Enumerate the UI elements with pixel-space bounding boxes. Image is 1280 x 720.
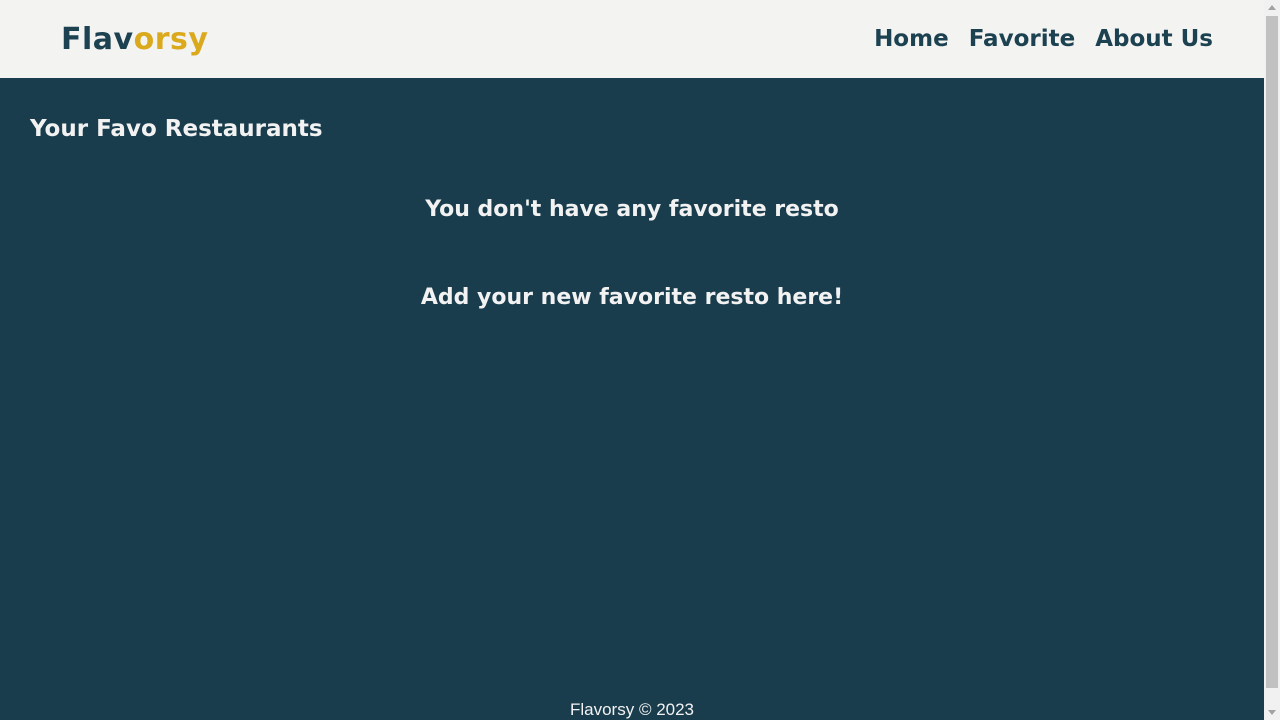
scroll-up-arrow-icon[interactable] <box>1268 5 1276 10</box>
footer: Flavorsy © 2023 <box>569 700 695 719</box>
brand-logo[interactable]: Flavorsy <box>61 22 208 57</box>
brand-logo-part2: orsy <box>133 21 209 57</box>
nav-link-favorite[interactable]: Favorite <box>959 20 1086 58</box>
page-title: Your Favo Restaurants <box>30 116 323 142</box>
add-favorite-prompt: Add your new favorite resto here! <box>0 285 1264 310</box>
scroll-down-arrow-icon[interactable] <box>1268 710 1276 715</box>
brand-logo-part1: Flav <box>61 21 134 57</box>
main-content: Your Favo Restaurants You don't have any… <box>0 78 1264 720</box>
nav-link-about-us[interactable]: About Us <box>1085 20 1223 58</box>
main-nav: Home Favorite About Us <box>864 20 1223 58</box>
nav-link-home[interactable]: Home <box>864 20 959 58</box>
empty-state-message: You don't have any favorite resto <box>425 197 839 222</box>
scrollbar-thumb[interactable] <box>1266 16 1278 688</box>
add-favorite-link[interactable]: Add your new favorite resto here! <box>421 285 843 310</box>
app-bar: Flavorsy Home Favorite About Us <box>0 0 1264 78</box>
vertical-scrollbar[interactable] <box>1264 0 1280 720</box>
